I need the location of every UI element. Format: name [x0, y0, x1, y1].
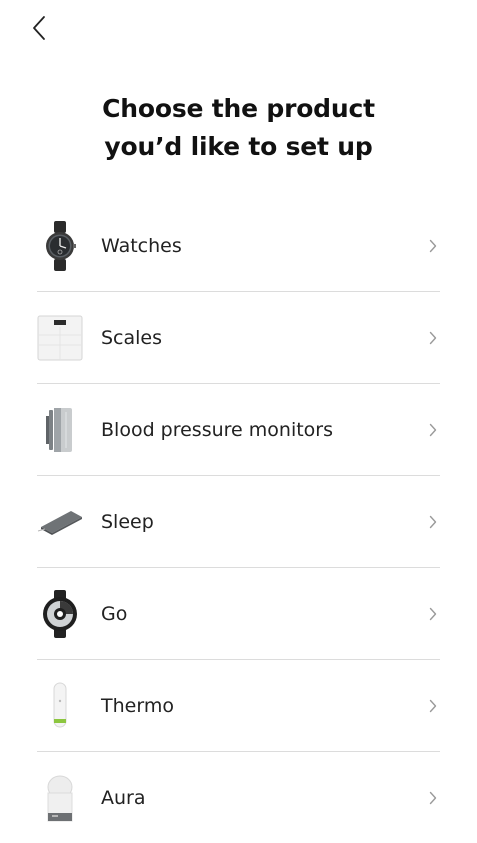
- chevron-right-icon: [426, 513, 440, 531]
- chevron-right-icon: [426, 605, 440, 623]
- sleep-mat-icon: [37, 492, 83, 552]
- product-item-aura[interactable]: Aura: [37, 752, 440, 843]
- product-label: Aura: [101, 786, 146, 809]
- scale-icon: [37, 308, 83, 368]
- chevron-right-icon: [426, 329, 440, 347]
- back-button[interactable]: [22, 10, 56, 46]
- product-label: Blood pressure monitors: [101, 418, 334, 441]
- blood-pressure-monitor-icon: [37, 400, 83, 460]
- watch-icon: [37, 216, 83, 276]
- product-label: Scales: [101, 326, 163, 349]
- product-item-watches[interactable]: Watches: [37, 200, 440, 292]
- chevron-right-icon: [426, 237, 440, 255]
- page-title-line-1: Choose the product: [102, 94, 375, 123]
- product-label: Thermo: [101, 694, 174, 717]
- page-title: Choose the product you’d like to set up: [0, 90, 477, 166]
- product-label: Go: [101, 602, 128, 625]
- chevron-right-icon: [426, 789, 440, 807]
- product-item-blood-pressure-monitors[interactable]: Blood pressure monitors: [37, 384, 440, 476]
- product-item-sleep[interactable]: Sleep: [37, 476, 440, 568]
- aura-lamp-icon: [37, 768, 83, 828]
- product-item-scales[interactable]: Scales: [37, 292, 440, 384]
- product-label: Sleep: [101, 510, 154, 533]
- chevron-left-icon: [33, 16, 45, 40]
- chevron-right-icon: [426, 697, 440, 715]
- product-label: Watches: [101, 234, 182, 257]
- page-title-line-2: you’d like to set up: [104, 132, 373, 161]
- product-item-thermo[interactable]: Thermo: [37, 660, 440, 752]
- product-item-go[interactable]: Go: [37, 568, 440, 660]
- activity-tracker-icon: [37, 584, 83, 644]
- product-list: Watches Scales Blood pressure monitors S…: [37, 200, 440, 843]
- chevron-right-icon: [426, 421, 440, 439]
- thermometer-icon: [37, 676, 83, 736]
